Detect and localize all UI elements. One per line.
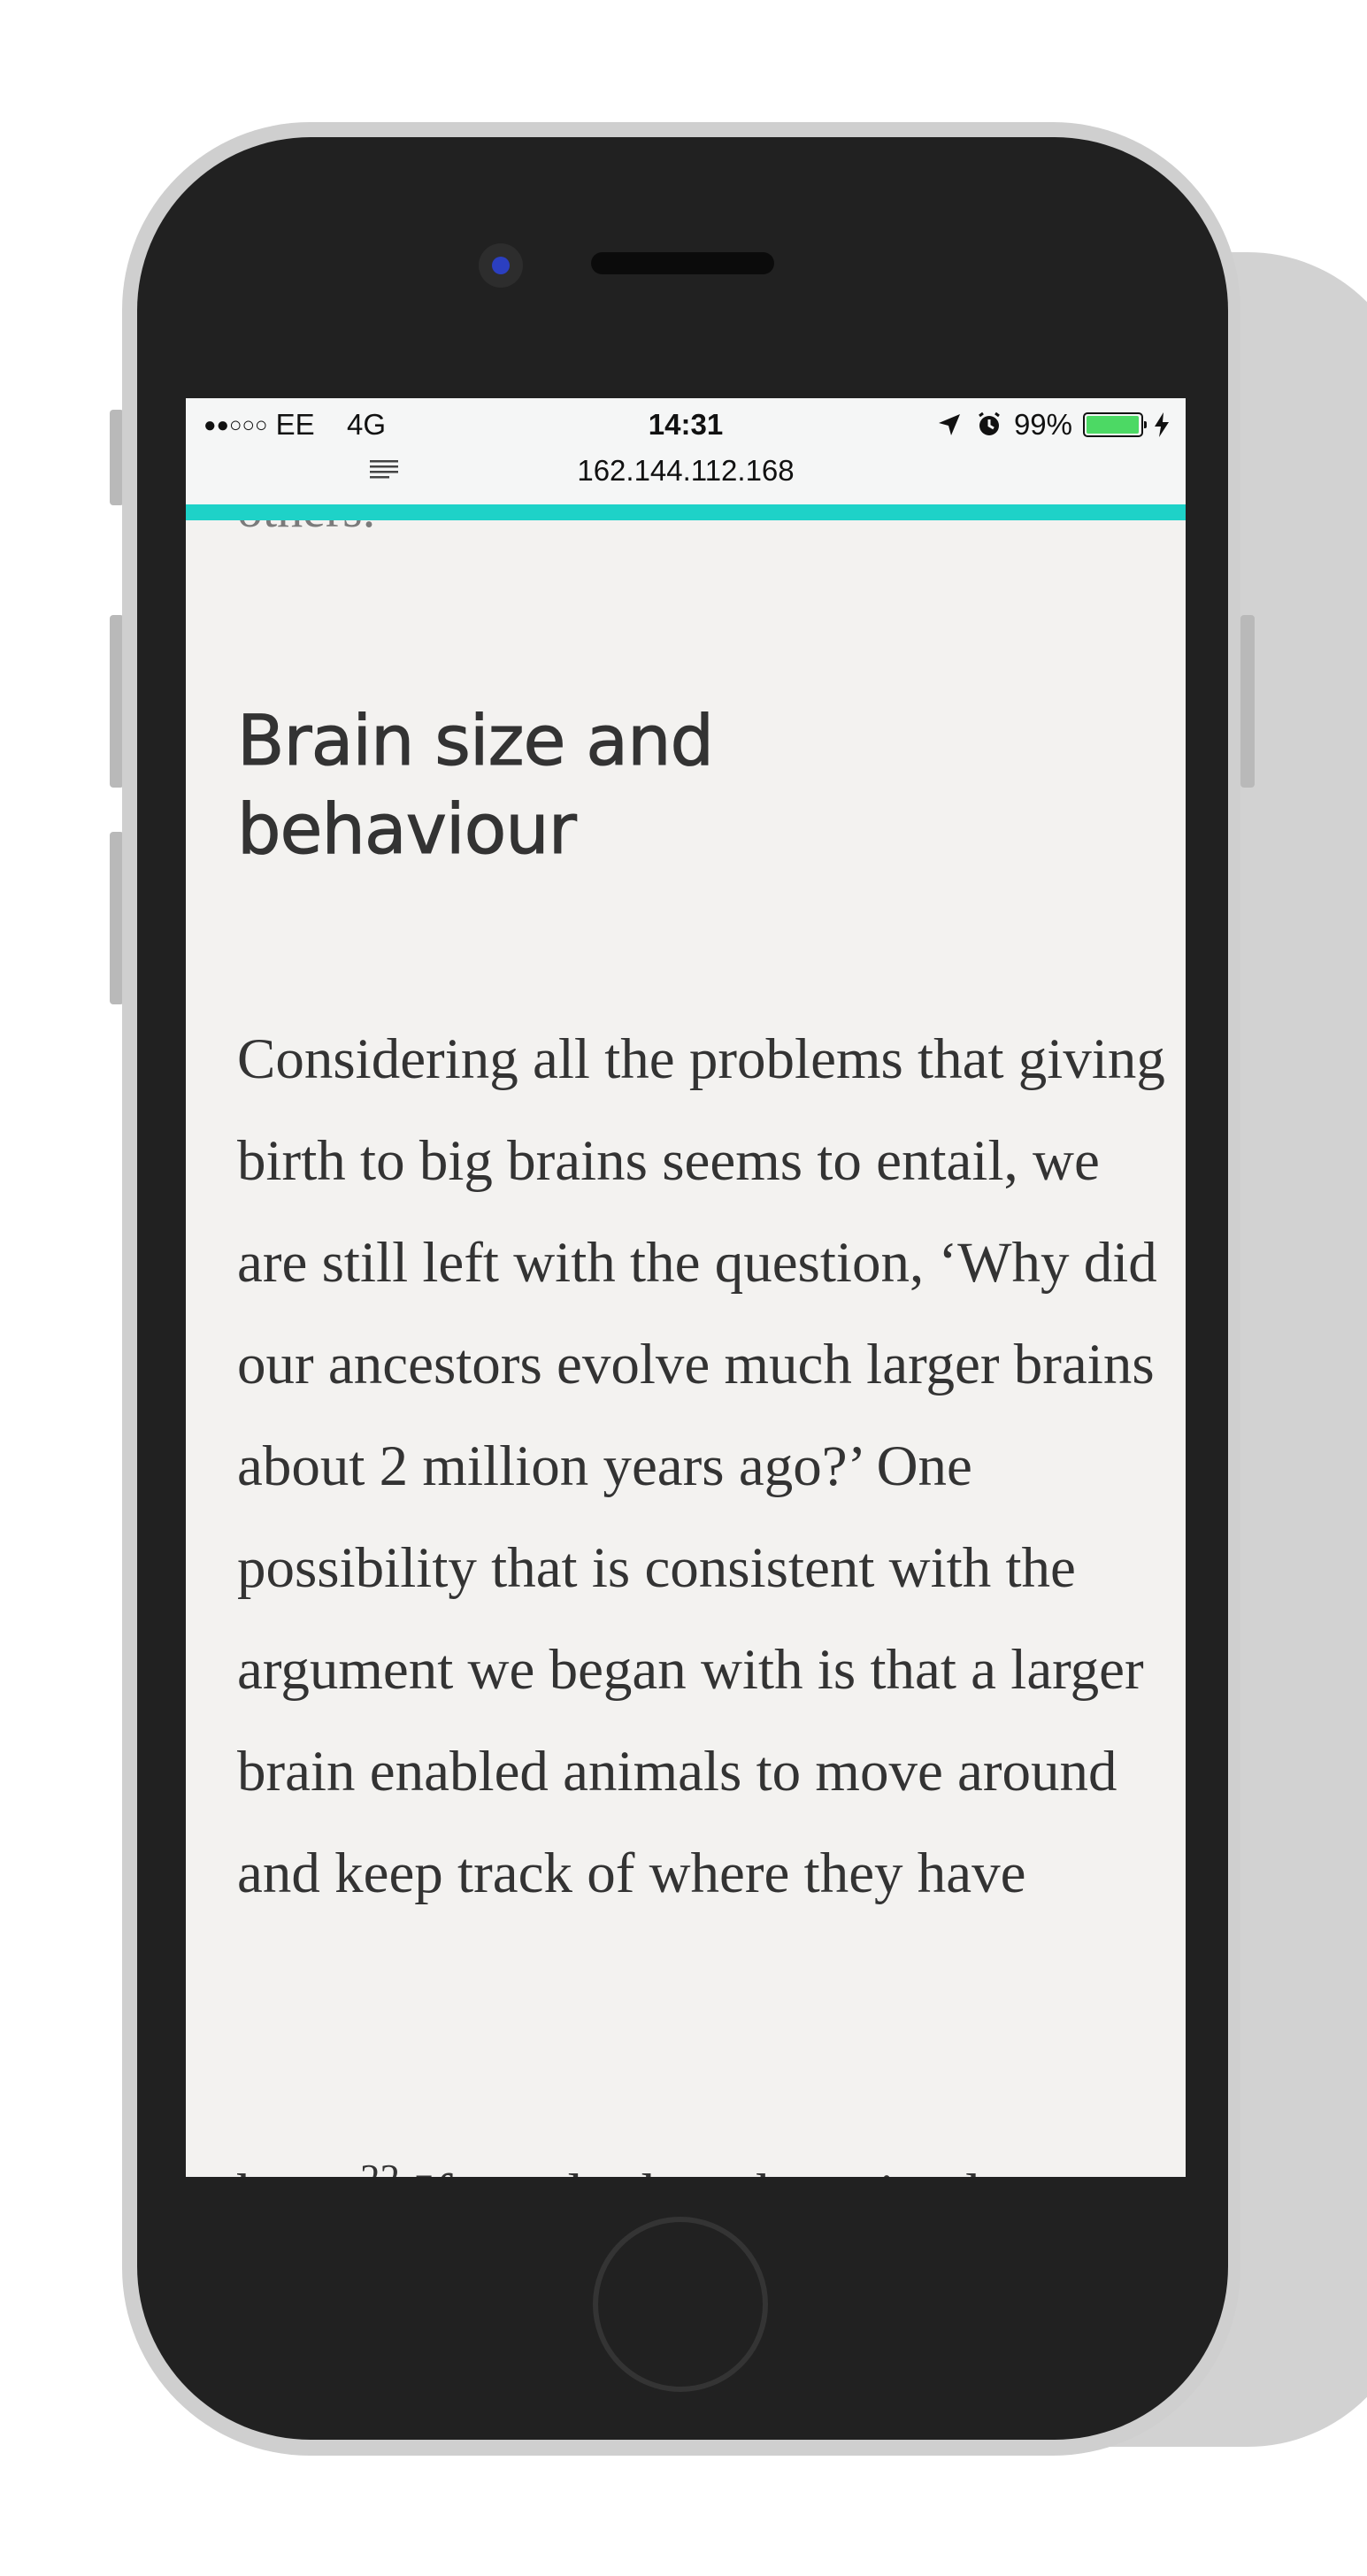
battery-percentage: 99% <box>1013 408 1072 441</box>
charging-icon <box>1155 412 1169 437</box>
location-arrow-icon <box>938 414 960 435</box>
next-line-start: been. <box>237 2163 360 2177</box>
next-line-rest: If you look at the animal <box>400 2163 981 2177</box>
device-mockup: ●●○○○ EE 4G 14:31 99% 162.144.112.168 Br… <box>0 0 1367 2576</box>
status-bar: ●●○○○ EE 4G 14:31 99% 162.144.112.168 <box>186 398 1186 504</box>
power-button <box>1240 615 1255 788</box>
alarm-icon <box>979 411 1000 435</box>
article-paragraph: Considering all the problems that giving… <box>237 1027 1165 1905</box>
battery-icon <box>1083 412 1147 437</box>
address-bar-url[interactable]: 162.144.112.168 <box>186 453 1186 488</box>
next-line-fragment: been.22 If you look at the animal <box>237 2128 981 2177</box>
front-camera <box>479 243 523 288</box>
screen: ●●○○○ EE 4G 14:31 99% 162.144.112.168 Br… <box>186 398 1186 2177</box>
status-icons: 99% <box>936 407 1171 442</box>
home-button[interactable] <box>593 2217 768 2392</box>
earpiece-speaker <box>591 252 774 274</box>
loading-progress-bar <box>186 504 1186 520</box>
section-heading: Brain size and behaviour <box>237 702 715 871</box>
footnote-reference[interactable]: 22 <box>360 2157 400 2177</box>
